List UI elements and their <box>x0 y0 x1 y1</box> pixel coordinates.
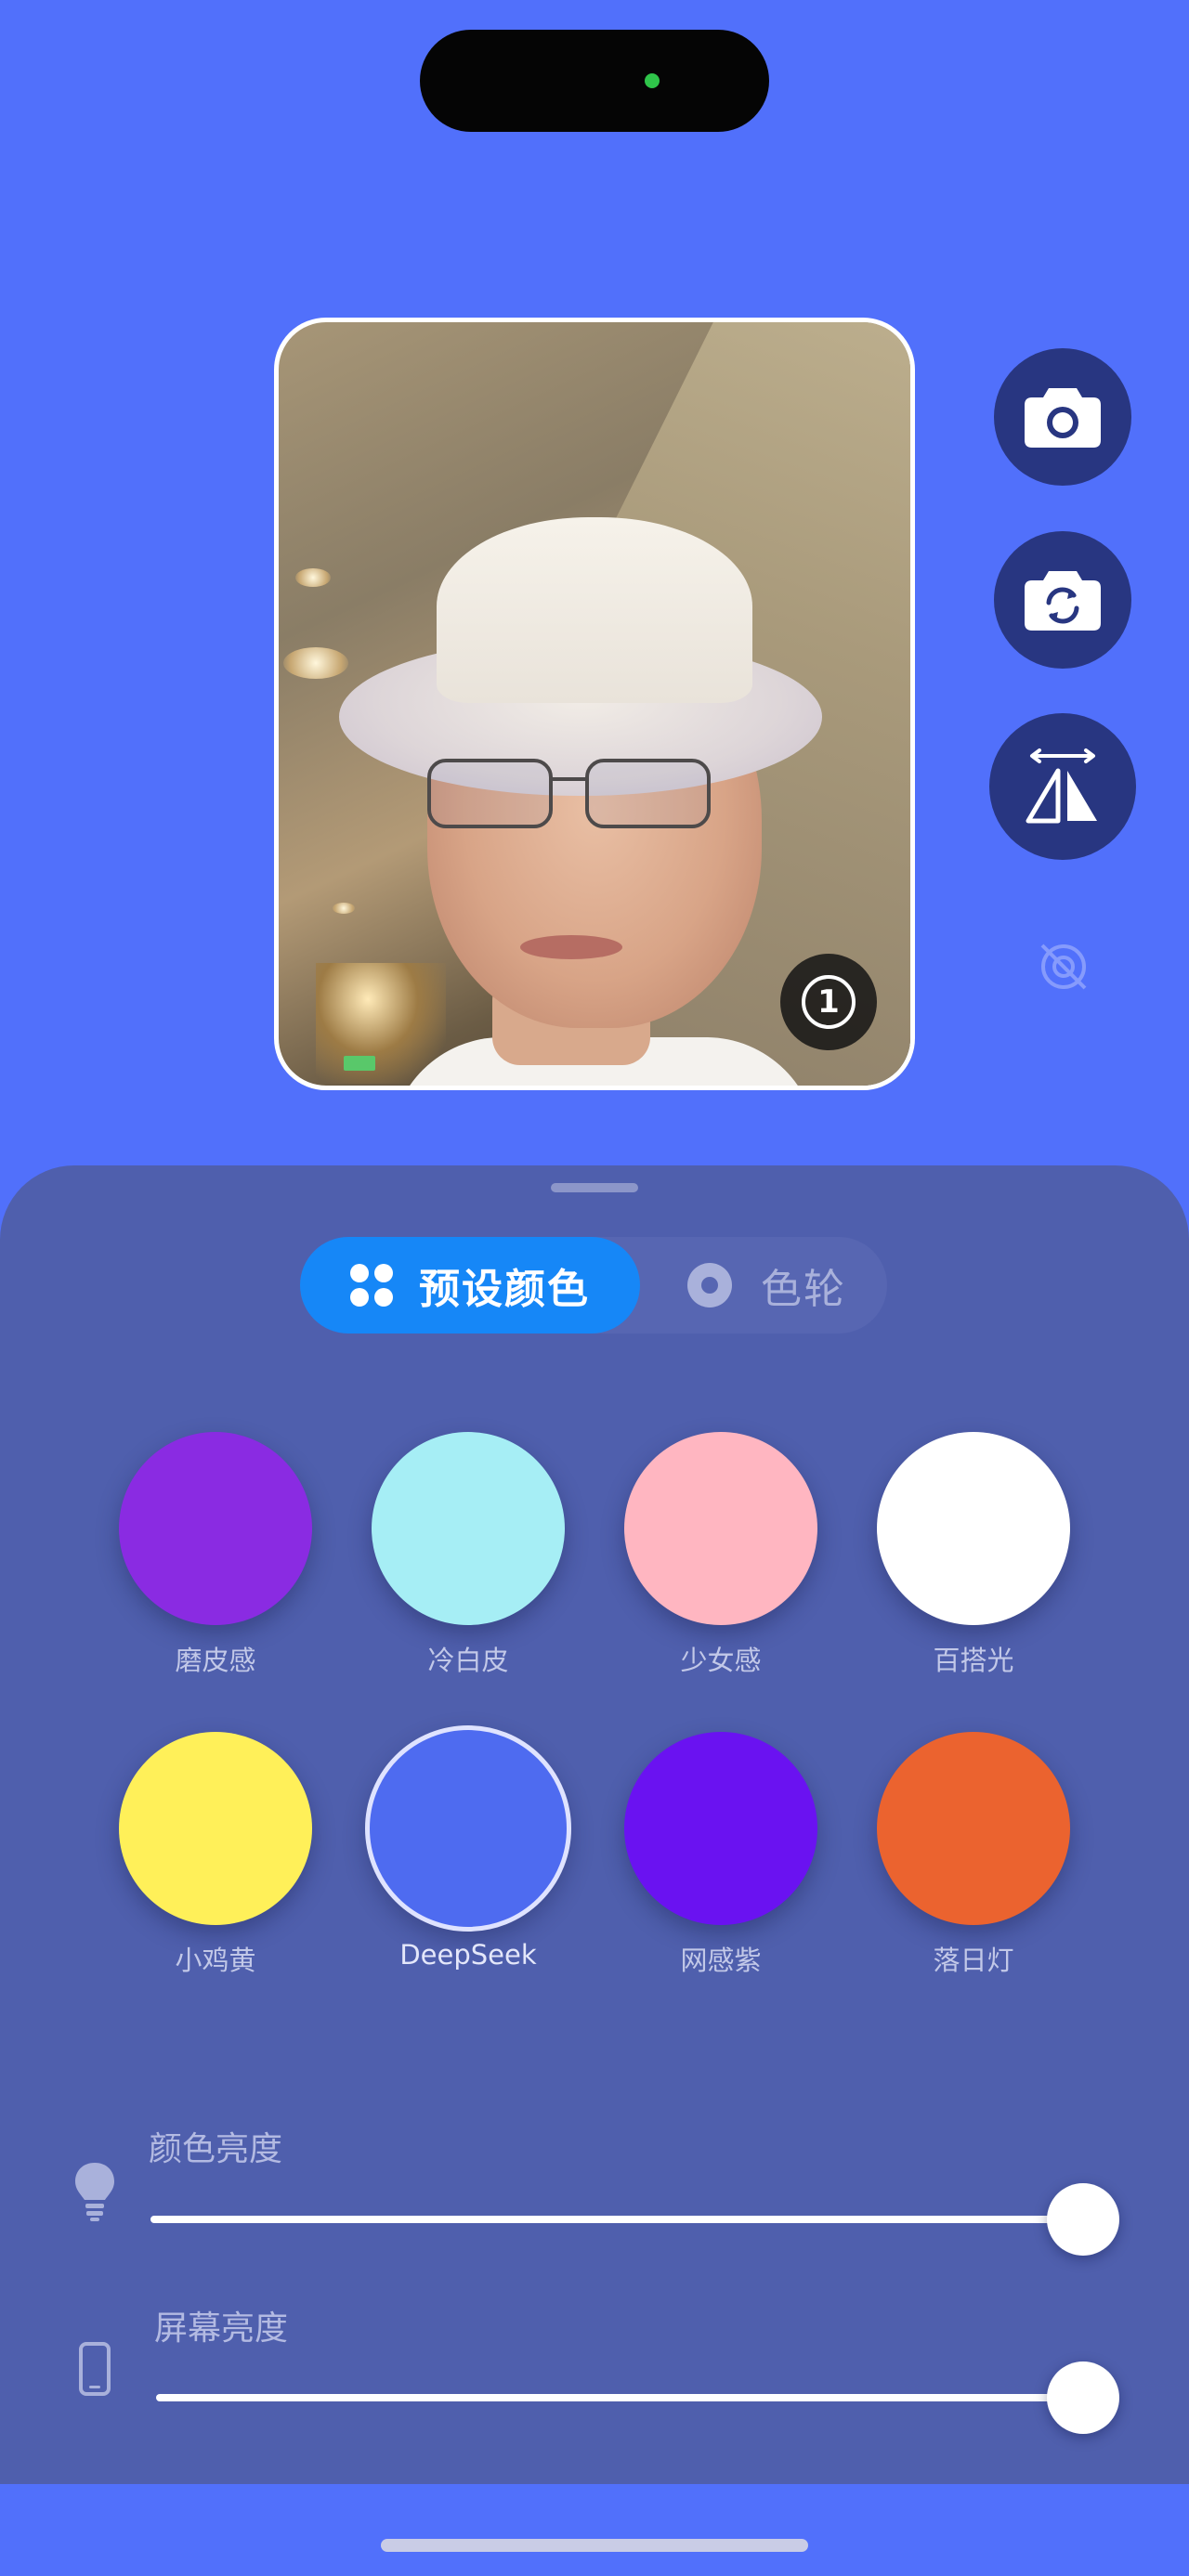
ceiling-light <box>333 903 355 914</box>
swatch-color[interactable] <box>624 1432 817 1625</box>
mirror-icon <box>1026 748 1097 824</box>
person-mouth <box>520 935 622 959</box>
glasses-lens-left <box>427 759 553 828</box>
color-brightness-label: 颜色亮度 <box>149 2130 283 2168</box>
swatch-label: 百搭光 <box>933 1645 1014 1676</box>
screen-brightness-thumb[interactable] <box>1047 2361 1119 2434</box>
swatch-color[interactable] <box>877 1732 1070 1925</box>
swatch-color[interactable] <box>119 1732 312 1925</box>
swatch-color-selected[interactable] <box>365 1725 571 1932</box>
hat-crown <box>437 517 752 703</box>
rotation-lock-icon[interactable] <box>1037 940 1091 994</box>
exit-sign <box>344 1056 375 1071</box>
mode-segmented-control: 预设颜色 色轮 <box>300 1237 887 1334</box>
color-panel: 预设颜色 色轮 磨皮感 冷白皮 少女感 百搭光 小鸡黄 DeepSeek 网感紫… <box>0 1165 1189 2484</box>
camera-preview: 1 <box>274 318 915 1090</box>
tab-color-wheel[interactable]: 色轮 <box>640 1237 887 1334</box>
swatch-label: 少女感 <box>680 1645 762 1676</box>
swatch-label: 网感紫 <box>680 1945 762 1976</box>
ceiling-light <box>295 568 331 587</box>
screen-brightness-track[interactable] <box>156 2394 1083 2401</box>
tab-label: 预设颜色 <box>419 1266 590 1313</box>
grid-dots-icon <box>350 1264 393 1307</box>
sheet-handle[interactable] <box>551 1183 638 1192</box>
swatch-label: 磨皮感 <box>175 1645 256 1676</box>
camera-indicator-dot <box>645 73 660 88</box>
glasses-bridge <box>553 777 588 781</box>
switch-camera-button[interactable] <box>994 531 1131 669</box>
swatch-color[interactable] <box>624 1732 817 1925</box>
color-brightness-track[interactable] <box>150 2216 1083 2223</box>
screen-brightness-label: 屏幕亮度 <box>154 2309 289 2348</box>
home-indicator[interactable] <box>381 2539 808 2552</box>
swatch-color[interactable] <box>119 1432 312 1625</box>
switch-camera-icon <box>1025 571 1101 631</box>
dynamic-island <box>420 30 769 132</box>
glasses-lens-right <box>585 759 711 828</box>
ceiling-light <box>283 647 348 679</box>
color-wheel-icon <box>687 1263 732 1308</box>
lightbulb-icon <box>75 2163 114 2221</box>
camera-icon <box>1025 388 1101 448</box>
tab-preset-colors[interactable]: 预设颜色 <box>300 1237 640 1334</box>
tab-label: 色轮 <box>761 1266 846 1313</box>
timer-badge[interactable]: 1 <box>780 954 877 1050</box>
capture-button[interactable] <box>994 348 1131 486</box>
color-brightness-thumb[interactable] <box>1047 2183 1119 2256</box>
timer-value: 1 <box>802 975 856 1029</box>
mirror-button[interactable] <box>989 713 1136 860</box>
swatch-label: 小鸡黄 <box>175 1945 256 1976</box>
swatch-label: 落日灯 <box>933 1945 1014 1976</box>
swatch-label: 冷白皮 <box>427 1645 509 1676</box>
phone-icon <box>79 2342 111 2396</box>
swatch-color[interactable] <box>372 1432 565 1625</box>
swatch-color[interactable] <box>877 1432 1070 1625</box>
swatch-label: DeepSeek <box>399 1939 537 1971</box>
